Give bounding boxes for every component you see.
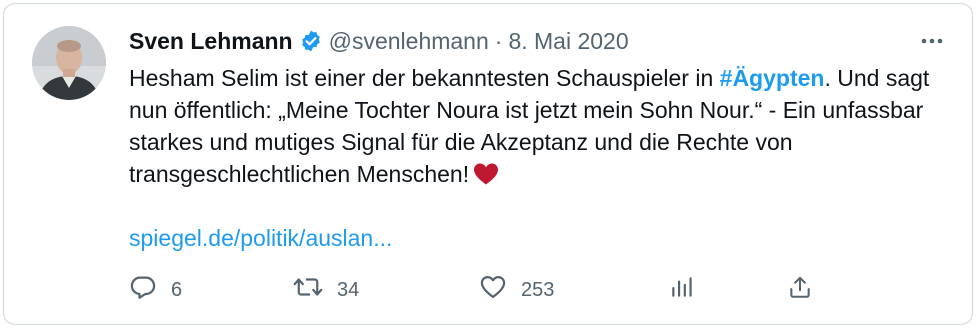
retweet-count: 34 [337, 278, 360, 301]
tweet-actions: 6 34 253 [129, 272, 829, 308]
like-count: 253 [521, 278, 555, 301]
hashtag-link[interactable]: #Ägypten [720, 65, 825, 91]
author-name[interactable]: Sven Lehmann [129, 26, 293, 56]
views-button[interactable] [669, 272, 695, 308]
tweet-header: Sven Lehmann @svenlehmann · 8. Mai 2020 [129, 26, 629, 56]
reply-button[interactable]: 6 [129, 272, 182, 308]
header-separator: · [494, 28, 503, 54]
tweet-card[interactable]: Sven Lehmann @svenlehmann · 8. Mai 2020 … [3, 3, 973, 325]
author-handle[interactable]: @svenlehmann [329, 26, 489, 56]
verified-badge-icon [299, 29, 323, 53]
article-link[interactable]: spiegel.de/politik/auslan... [129, 222, 392, 254]
reply-icon [129, 273, 157, 307]
tweet-text-part1: Hesham Selim ist einer der bekanntesten … [129, 65, 720, 91]
share-icon [787, 273, 813, 307]
tweet-date[interactable]: 8. Mai 2020 [508, 26, 628, 56]
avatar-image [32, 26, 106, 100]
more-horizontal-icon[interactable] [916, 26, 948, 56]
avatar[interactable] [32, 26, 106, 100]
views-icon [669, 273, 695, 307]
reply-count: 6 [171, 278, 183, 301]
like-button[interactable]: 253 [479, 272, 554, 308]
red-heart-emoji-icon [473, 162, 499, 194]
share-button[interactable] [787, 272, 813, 308]
heart-icon [479, 273, 507, 307]
tweet-text: Hesham Selim ist einer der bekanntesten … [129, 62, 959, 194]
retweet-icon [293, 273, 323, 307]
retweet-button[interactable]: 34 [293, 272, 359, 308]
